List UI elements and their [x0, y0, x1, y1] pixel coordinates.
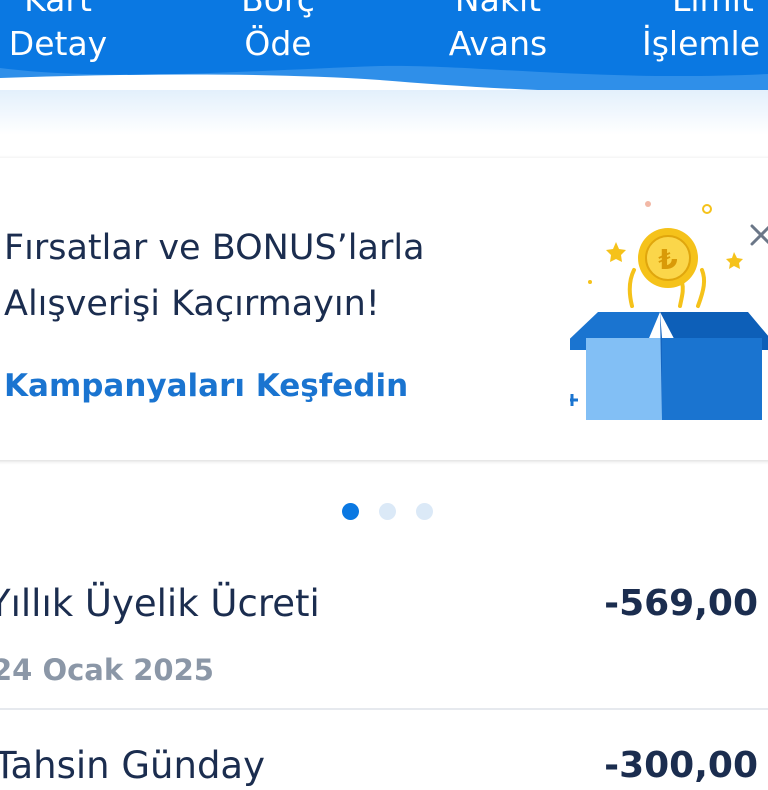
pagination-dot-1[interactable] [342, 503, 359, 520]
explore-campaigns-link[interactable]: Kampanyaları Keşfedin [4, 364, 408, 408]
row-divider [0, 708, 768, 710]
pagination-dot-2[interactable] [379, 503, 396, 520]
limit-operations-button[interactable]: Limit İşlemle [600, 0, 768, 66]
transaction-amount: -569,00 [604, 583, 758, 624]
close-icon[interactable] [748, 212, 768, 252]
campaign-title-line1: Fırsatlar ve BONUS’larla [4, 228, 425, 268]
card-detail-label-line1: Kart [0, 0, 168, 22]
svg-text:₺: ₺ [658, 243, 677, 276]
limit-operations-label-line2: İşlemle [642, 24, 761, 63]
header-fade [0, 90, 768, 135]
card-detail-label-line2: Detay [8, 24, 108, 63]
campaign-title: Fırsatlar ve BONUS’larla Alışverişi Kaçı… [4, 220, 524, 332]
transaction-date: 24 Ocak 2025 [0, 653, 214, 687]
campaign-title-line2: Alışverişi Kaçırmayın! [4, 284, 380, 324]
pagination-dot-3[interactable] [416, 503, 433, 520]
cash-advance-label-line1: Nakit [388, 0, 608, 22]
gift-box-icon: ₺ [570, 201, 768, 420]
cash-advance-button[interactable]: Nakit Avans [388, 0, 608, 66]
campaign-card[interactable]: Fırsatlar ve BONUS’larla Alışverişi Kaçı… [0, 158, 768, 460]
star-icon [606, 242, 626, 262]
transaction-title: Tahsin Günday [0, 744, 265, 787]
cash-advance-label-line2: Avans [448, 24, 548, 63]
pay-debt-button[interactable]: Borç Öde [168, 0, 388, 66]
transaction-title: Yıllık Üyelik Ücreti [0, 582, 320, 625]
pay-debt-label-line1: Borç [168, 0, 388, 22]
pay-debt-label-line2: Öde [244, 24, 312, 63]
transaction-amount: -300,00 [604, 745, 758, 786]
limit-operations-label-line1: Limit [600, 0, 768, 22]
lira-coin-icon: ₺ [638, 228, 698, 288]
card-detail-button[interactable]: Kart Detay [0, 0, 168, 66]
